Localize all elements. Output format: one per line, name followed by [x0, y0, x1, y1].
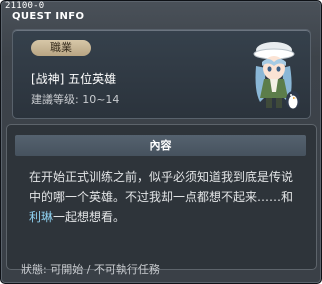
npc-portrait-icon	[253, 42, 300, 109]
quest-header-card: 職業 [战神] 五位英雄 建議等级: 10~14	[12, 29, 311, 119]
content-header: 內容	[15, 135, 306, 156]
content-text-before: 在开始正式训练之前，似乎必须知道我到底是传说中的哪一个英雄。不过我却一点都想不起…	[29, 170, 294, 204]
quest-name: [战神] 五位英雄	[31, 72, 117, 86]
job-badge: 職業	[31, 40, 91, 56]
quest-id: 21100-0	[5, 1, 45, 11]
content-text: 在开始正式训练之前，似乎必须知道我到底是传说中的哪一个英雄。不过我却一点都想不起…	[29, 167, 301, 227]
quest-content-panel: 內容 在开始正式训练之前，似乎必须知道我到底是传说中的哪一个英雄。不过我却一点都…	[6, 124, 317, 270]
quest-status: 狀態: 可開始 / 不可執行任務	[21, 263, 160, 276]
level-requirement: 建議等级: 10~14	[31, 93, 120, 106]
window-title: QUEST INFO	[12, 11, 85, 22]
npc-name-link[interactable]: 利琳	[29, 210, 53, 224]
content-text-after: 一起想想看。	[53, 210, 126, 224]
quest-info-window: 21100-0 QUEST INFO 職業 [战神] 五位英雄 建議等级: 10…	[0, 0, 322, 284]
